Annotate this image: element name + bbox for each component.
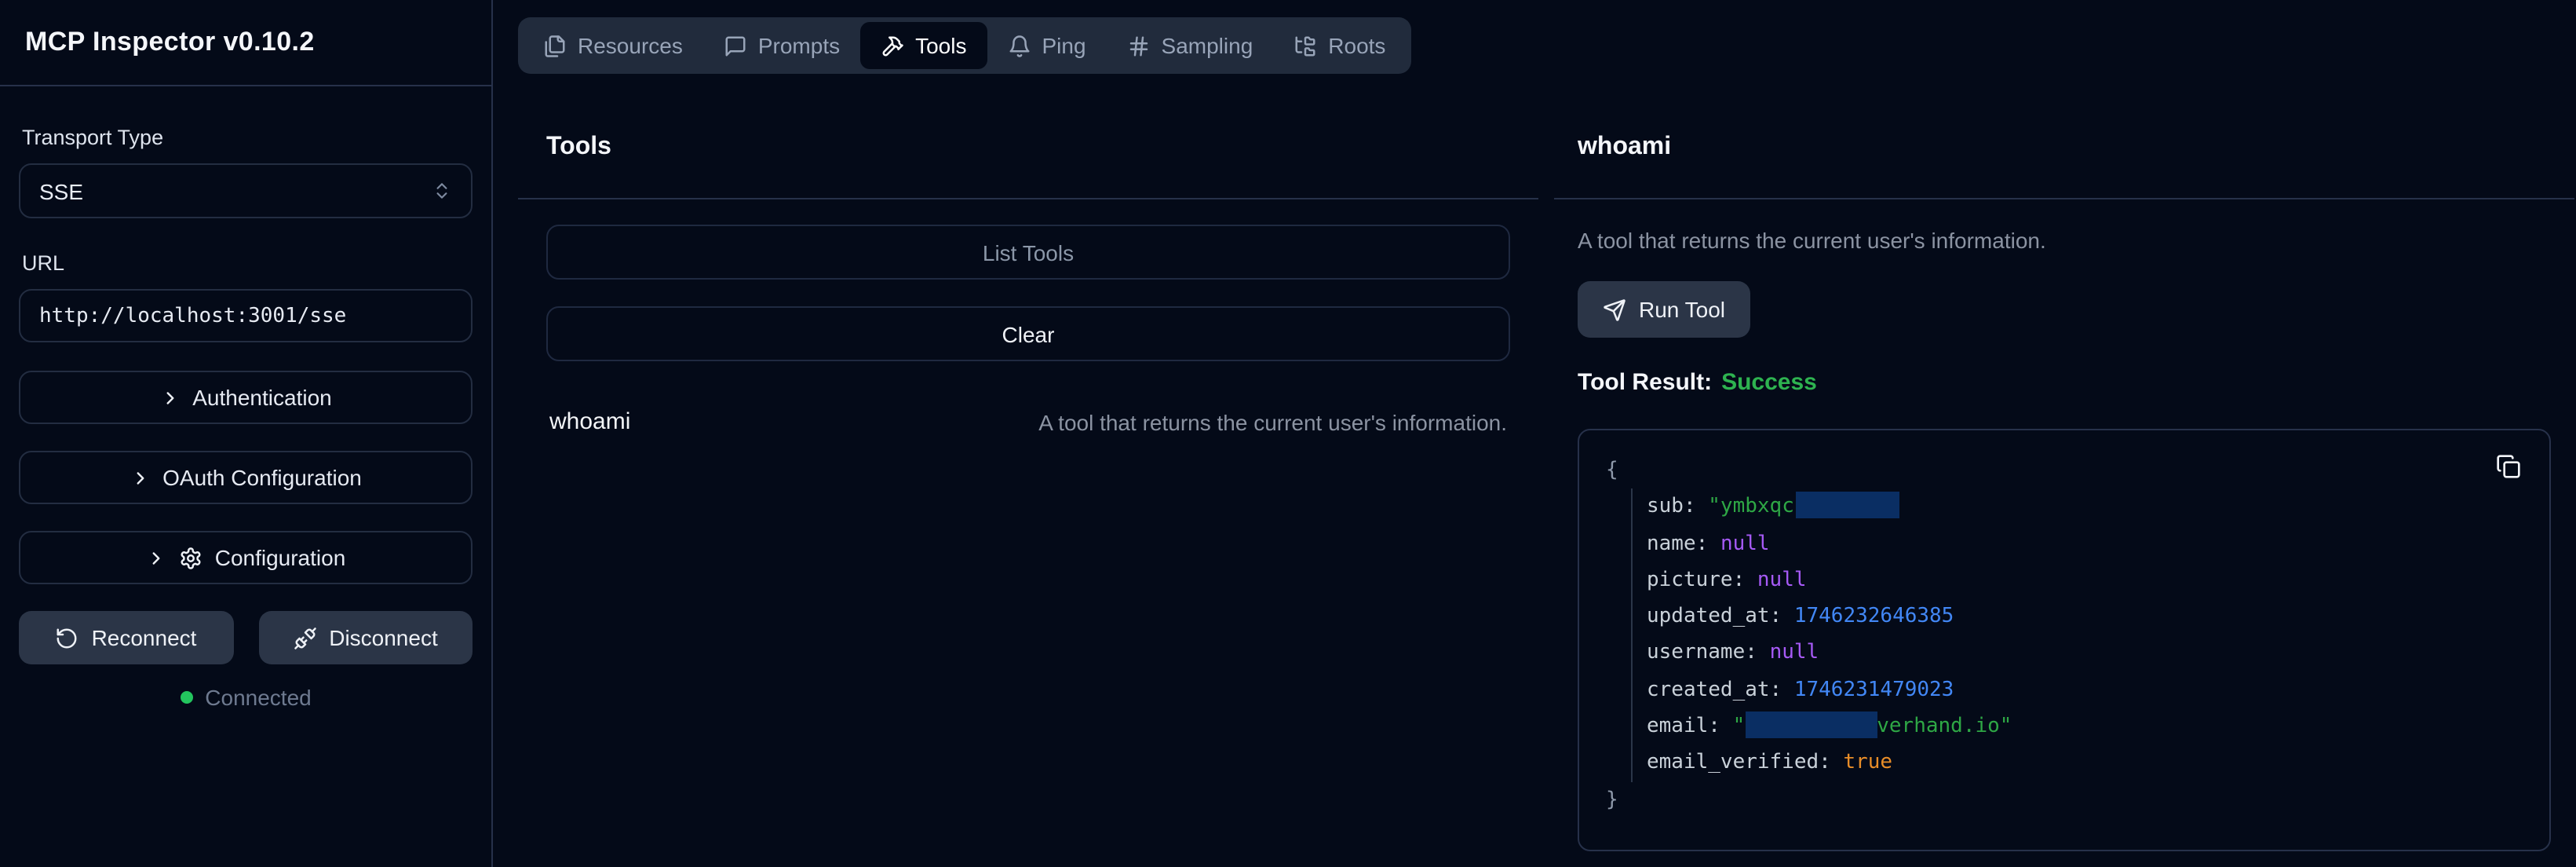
disconnect-label: Disconnect (329, 625, 438, 650)
transport-type-value: SSE (39, 178, 83, 203)
reconnect-button[interactable]: Reconnect (19, 611, 233, 664)
tab-roots[interactable]: Roots (1273, 22, 1406, 69)
tool-detail-divider (1554, 198, 2574, 199)
hammer-icon (881, 34, 904, 57)
json-entry-username: username: null (1647, 635, 2524, 672)
files-icon (543, 34, 567, 57)
sidebar: MCP Inspector v0.10.2 Transport Type SSE… (0, 0, 493, 867)
copy-button[interactable] (2496, 454, 2521, 479)
clear-button[interactable]: Clear (546, 306, 1510, 361)
authentication-label: Authentication (192, 385, 331, 410)
tool-result-line: Tool Result: Success (1578, 369, 2551, 396)
tab-tools[interactable]: Tools (860, 22, 987, 69)
configuration-toggle[interactable]: Configuration (19, 531, 473, 584)
json-entry-updated-at: updated_at: 1746232646385 (1647, 598, 2524, 635)
tab-sampling[interactable]: Sampling (1107, 22, 1274, 69)
connection-status-label: Connected (205, 685, 311, 710)
tool-list-item[interactable]: whoami A tool that returns the current u… (546, 408, 1510, 435)
tab-prompts-label: Prompts (758, 33, 840, 58)
redaction-box (1796, 492, 1899, 519)
tool-detail-description: A tool that returns the current user's i… (1578, 225, 2551, 256)
content-panels: Tools List Tools Clear whoami A tool tha… (518, 130, 2576, 851)
hash-icon (1127, 34, 1151, 57)
json-entry-email: email: "verhand.io" (1647, 708, 2524, 745)
folder-tree-icon (1293, 34, 1317, 57)
chevron-right-icon (146, 547, 166, 568)
app-title: MCP Inspector v0.10.2 (25, 27, 315, 58)
oauth-configuration-toggle[interactable]: OAuth Configuration (19, 451, 473, 504)
tab-prompts[interactable]: Prompts (703, 22, 860, 69)
tab-bar: Resources Prompts Tools Ping Sampling Ro… (518, 17, 1410, 74)
connection-buttons: Reconnect Disconnect (19, 611, 473, 664)
url-label: URL (22, 251, 469, 275)
gear-icon (179, 546, 203, 569)
url-input[interactable] (19, 289, 473, 342)
tab-resources-label: Resources (578, 33, 683, 58)
chevron-right-icon (130, 467, 150, 488)
tools-list-panel: Tools List Tools Clear whoami A tool tha… (518, 130, 1538, 851)
tool-detail-panel: whoami A tool that returns the current u… (1554, 130, 2574, 851)
rotate-ccw-icon (56, 626, 79, 649)
tab-ping[interactable]: Ping (987, 22, 1106, 69)
tool-detail-heading: whoami (1578, 130, 2551, 165)
json-entry-email-verified: email_verified: true (1647, 745, 2524, 782)
tab-roots-label: Roots (1328, 33, 1385, 58)
tool-name: whoami (549, 408, 630, 435)
app-window: MCP Inspector v0.10.2 Transport Type SSE… (0, 0, 2576, 867)
json-open-brace: { (1606, 452, 2524, 489)
tool-description: A tool that returns the current user's i… (1038, 409, 1507, 434)
transport-type-label: Transport Type (22, 126, 469, 149)
chevrons-up-down-icon (432, 181, 452, 201)
configuration-label: Configuration (215, 545, 346, 570)
list-tools-button[interactable]: List Tools (546, 225, 1510, 280)
copy-icon (2496, 454, 2521, 479)
chevron-right-icon (159, 387, 180, 408)
unplug-icon (293, 626, 316, 649)
transport-type-select[interactable]: SSE (19, 163, 473, 218)
oauth-configuration-label: OAuth Configuration (162, 465, 362, 490)
run-tool-label: Run Tool (1639, 297, 1725, 322)
connected-dot (180, 691, 192, 704)
json-entry-sub: sub: "ymbxqc (1647, 489, 2524, 526)
reconnect-label: Reconnect (92, 625, 197, 650)
redaction-box (1745, 712, 1877, 738)
tab-ping-label: Ping (1042, 33, 1085, 58)
tool-result-label: Tool Result: (1578, 369, 1712, 396)
sidebar-body: Transport Type SSE URL Authentication OA… (0, 86, 491, 710)
tools-panel-heading: Tools (546, 130, 1510, 165)
json-entry-created-at: created_at: 1746231479023 (1647, 672, 2524, 709)
tab-tools-label: Tools (915, 33, 966, 58)
connection-status: Connected (19, 685, 473, 710)
authentication-toggle[interactable]: Authentication (19, 371, 473, 424)
main-area: Resources Prompts Tools Ping Sampling Ro… (493, 0, 2576, 867)
json-close-brace: } (1606, 781, 2524, 818)
sidebar-header: MCP Inspector v0.10.2 (0, 0, 491, 86)
tool-result-json: { sub: "ymbxqc name: null picture: null … (1578, 429, 2551, 851)
message-square-icon (724, 34, 747, 57)
json-entry-name: name: null (1647, 525, 2524, 562)
json-body: sub: "ymbxqc name: null picture: null up… (1631, 489, 2524, 782)
run-tool-button[interactable]: Run Tool (1578, 281, 1750, 338)
bell-icon (1007, 34, 1031, 57)
disconnect-button[interactable]: Disconnect (258, 611, 473, 664)
tools-panel-divider (518, 198, 1538, 199)
json-entry-picture: picture: null (1647, 562, 2524, 599)
tool-result-status: Success (1721, 369, 1817, 396)
send-icon (1603, 298, 1626, 321)
tab-sampling-label: Sampling (1162, 33, 1253, 58)
tab-resources[interactable]: Resources (523, 22, 703, 69)
